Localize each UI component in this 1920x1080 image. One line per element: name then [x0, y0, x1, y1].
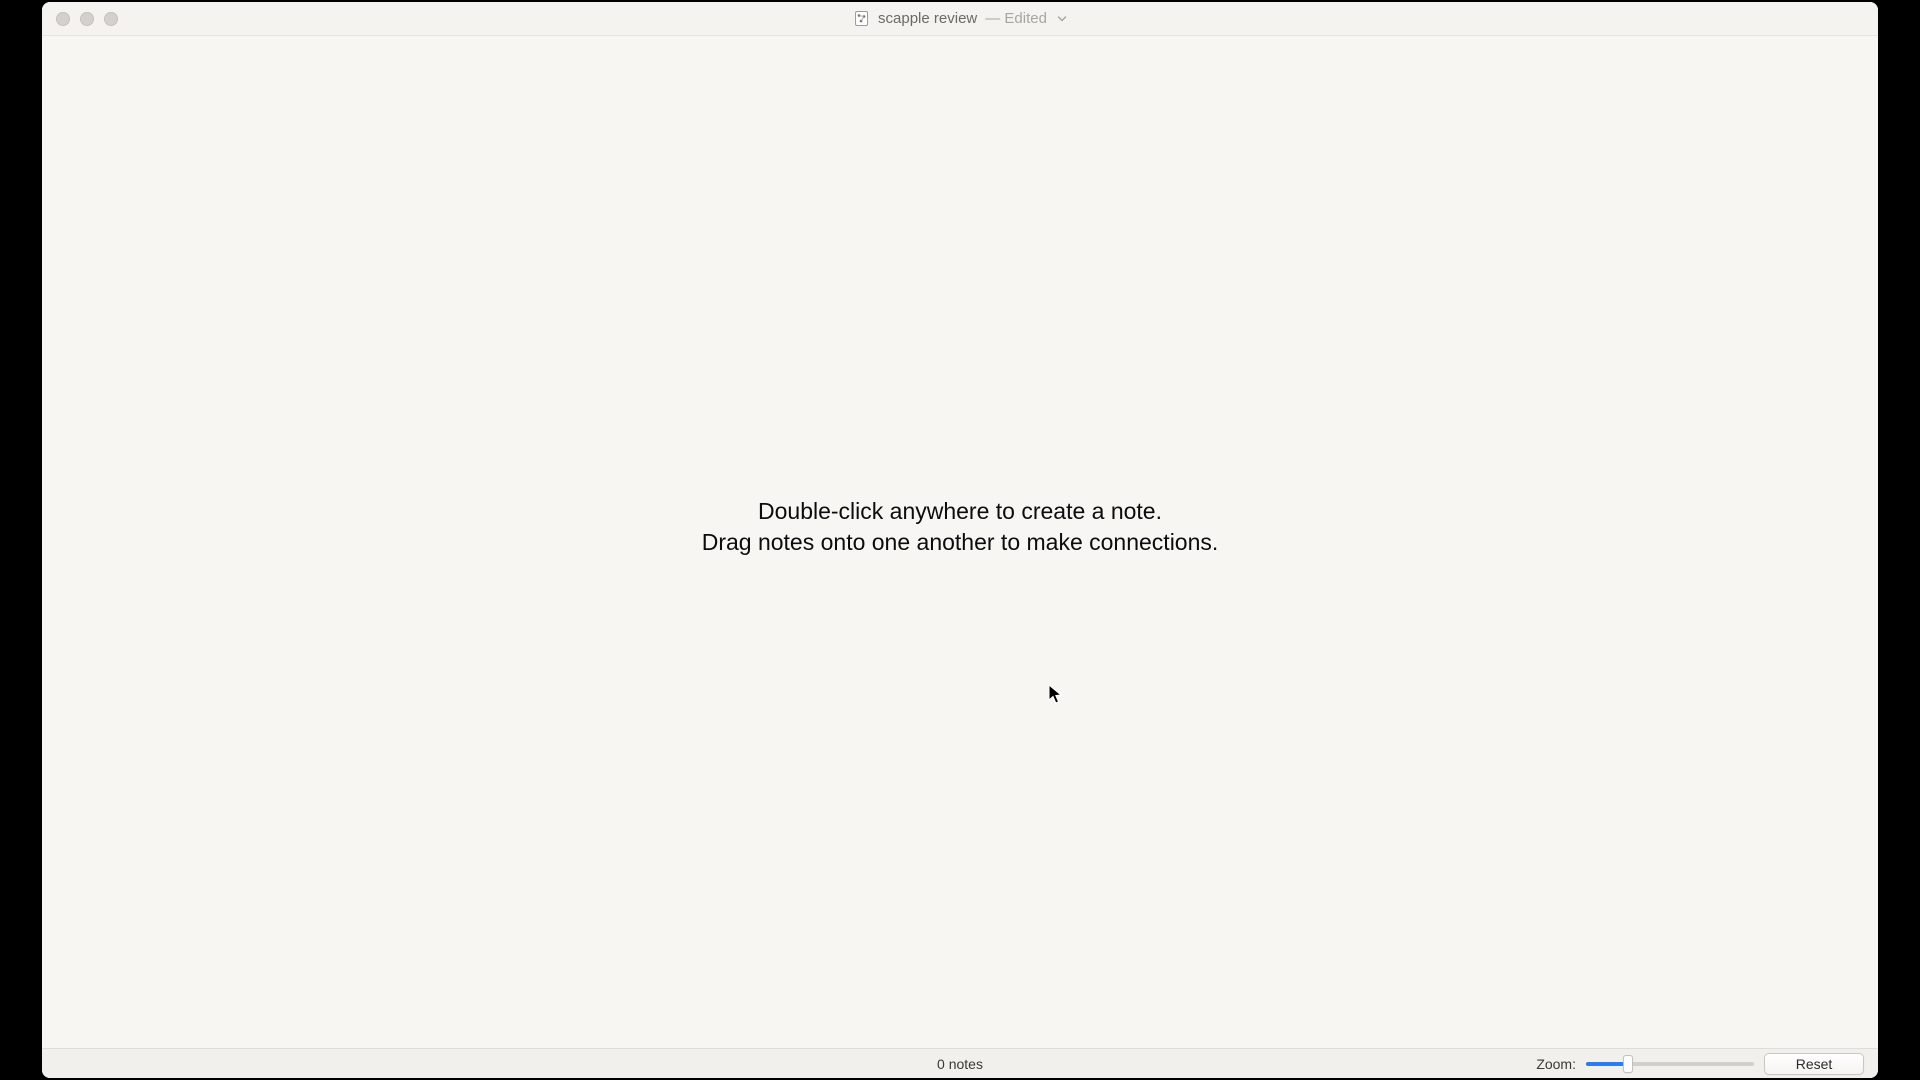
zoom-slider[interactable]: [1586, 1057, 1754, 1071]
empty-state-hint: Double-click anywhere to create a note. …: [702, 496, 1219, 558]
zoom-slider-track: [1586, 1062, 1754, 1066]
zoom-slider-fill: [1586, 1062, 1628, 1066]
zoom-reset-label: Reset: [1796, 1056, 1833, 1072]
hint-line-2: Drag notes onto one another to make conn…: [702, 527, 1219, 558]
note-count: 0 notes: [937, 1056, 983, 1072]
status-bar: 0 notes Zoom: Reset: [42, 1048, 1878, 1078]
hint-line-1: Double-click anywhere to create a note.: [702, 496, 1219, 527]
minimize-window-button[interactable]: [80, 12, 94, 26]
title-bar[interactable]: scapple review Edited: [42, 2, 1878, 36]
canvas[interactable]: Double-click anywhere to create a note. …: [42, 36, 1878, 1048]
zoom-controls: Zoom: Reset: [1536, 1053, 1864, 1075]
zoom-label: Zoom:: [1536, 1056, 1576, 1072]
window-controls: [42, 12, 118, 26]
chevron-down-icon[interactable]: [1057, 14, 1067, 24]
cursor-icon: [1048, 684, 1064, 706]
fullscreen-window-button[interactable]: [104, 12, 118, 26]
title-center[interactable]: scapple review Edited: [853, 10, 1067, 27]
app-window: scapple review Edited Double-click anywh…: [42, 2, 1878, 1078]
document-status: Edited: [985, 10, 1047, 27]
document-title: scapple review: [878, 10, 977, 27]
zoom-slider-thumb[interactable]: [1623, 1055, 1633, 1073]
zoom-reset-button[interactable]: Reset: [1764, 1053, 1864, 1075]
document-icon: [853, 10, 870, 27]
close-window-button[interactable]: [56, 12, 70, 26]
